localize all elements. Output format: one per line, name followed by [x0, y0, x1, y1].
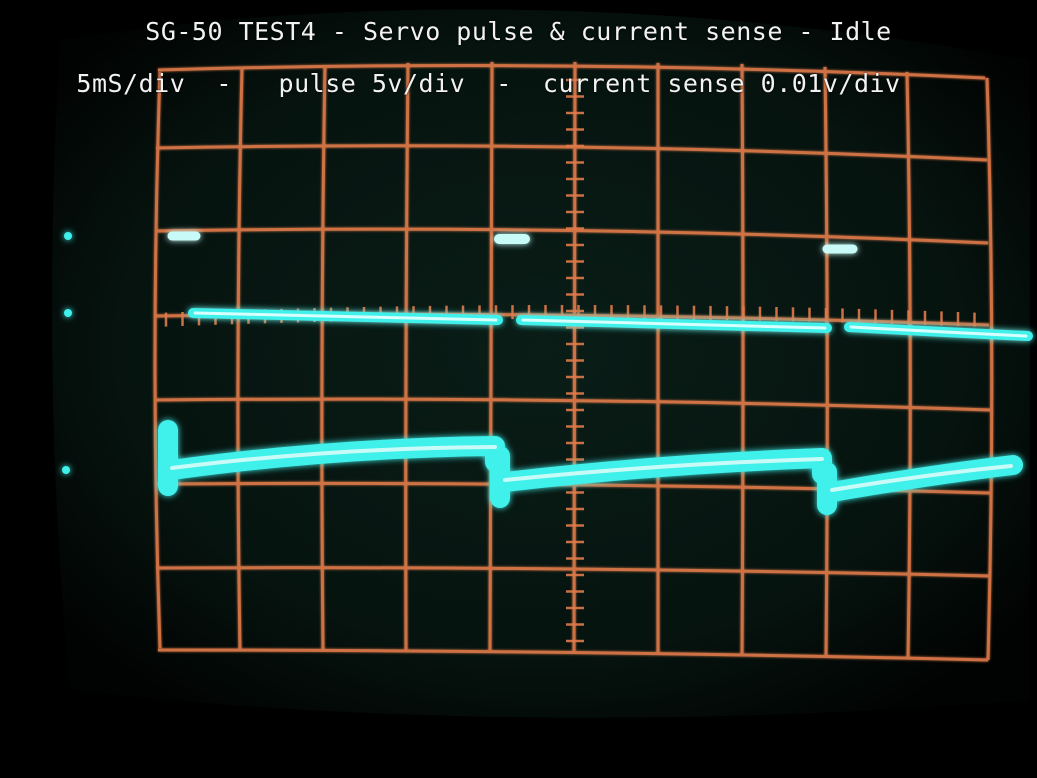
crt-screen: [52, 9, 1030, 718]
grid-v-7: [740, 63, 745, 656]
caption-title: SG-50 TEST4 - Servo pulse & current sens…: [145, 17, 892, 46]
caption-scale: 5mS/div - pulse 5v/div - current sense 0…: [76, 69, 901, 98]
trace-marker-2: [64, 309, 72, 317]
grid-v-4: [488, 61, 494, 653]
grid-v-6: [656, 62, 660, 655]
trace-marker-3: [62, 466, 70, 474]
oscilloscope-photo: [0, 0, 1037, 778]
trace-marker-1: [64, 232, 72, 240]
grid-v-5: [572, 61, 577, 654]
